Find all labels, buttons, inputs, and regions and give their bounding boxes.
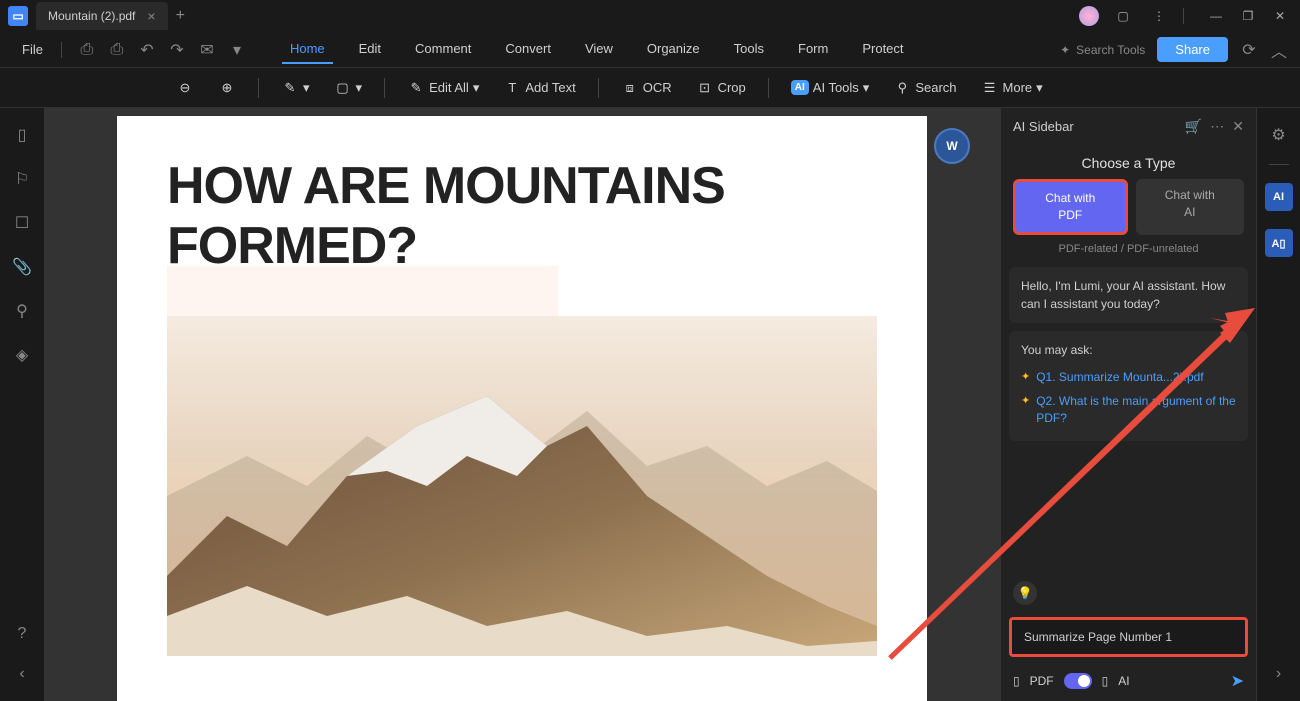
tab-close-icon[interactable]: × (147, 8, 155, 24)
close-window-button[interactable]: ✕ (1268, 4, 1292, 28)
menu-form[interactable]: Form (790, 35, 836, 64)
menu-edit[interactable]: Edit (351, 35, 389, 64)
more-vertical-icon[interactable]: ⋮ (1147, 4, 1171, 28)
close-sidebar-icon[interactable]: ✕ (1232, 118, 1244, 135)
attachment-icon[interactable]: 📎 (11, 256, 33, 278)
ai-tools-button[interactable]: AIAI Tools ▾ (785, 76, 876, 100)
search-button[interactable]: ⚲Search (887, 75, 962, 101)
redo-icon[interactable]: ↷ (168, 41, 186, 59)
you-may-ask-label: You may ask: (1021, 341, 1236, 359)
ai-rail-icon[interactable]: AI (1265, 183, 1293, 211)
user-avatar[interactable] (1079, 6, 1099, 26)
sparkle-icon: ✦ (1060, 43, 1070, 57)
ai-sidebar: AI Sidebar 🛒 ⋯ ✕ Choose a Type Chat with… (1000, 108, 1256, 701)
ai-greeting-message: Hello, I'm Lumi, your AI assistant. How … (1009, 267, 1248, 323)
menu-protect[interactable]: Protect (854, 35, 911, 64)
app-icon: ▭ (8, 6, 28, 26)
more-button[interactable]: ☰More ▾ (975, 75, 1049, 101)
toolbar: ⊖ ⊕ ✎▾ ▢▾ ✎Edit All ▾ TAdd Text ⧈OCR ⊡Cr… (0, 68, 1300, 108)
chat-with-ai-tab[interactable]: Chat with AI (1136, 179, 1245, 235)
crop-tool[interactable]: ⊡Crop (690, 75, 752, 101)
document-tab[interactable]: Mountain (2).pdf × (36, 2, 168, 30)
add-text-tool[interactable]: TAdd Text (497, 75, 581, 101)
search-rail-icon[interactable]: ⚲ (11, 300, 33, 322)
layers-icon[interactable]: ◈ (11, 344, 33, 366)
mode-toggle[interactable] (1064, 673, 1092, 689)
ai-chat-input[interactable]: Summarize Page Number 1 (1009, 617, 1248, 657)
undo-icon[interactable]: ↶ (138, 41, 156, 59)
share-button[interactable]: Share (1157, 37, 1228, 62)
mountain-image (167, 316, 877, 656)
translate-icon[interactable]: A▯ (1265, 229, 1293, 257)
pdf-page: HOW ARE MOUNTAINS FORMED? (117, 116, 927, 701)
titlebar: ▭ Mountain (2).pdf × + ▢ ⋮ — ❐ ✕ (0, 0, 1300, 32)
ocr-tool[interactable]: ⧈OCR (615, 75, 678, 101)
expand-right-icon[interactable]: › (1268, 663, 1290, 685)
chat-icon[interactable]: ▢ (1111, 4, 1135, 28)
tab-subtitle: PDF-related / PDF-unrelated (1001, 235, 1256, 263)
save-icon[interactable]: ⎙ (78, 41, 96, 59)
sparkle-icon: ✦ (1021, 393, 1030, 427)
document-viewport[interactable]: HOW ARE MOUNTAINS FORMED? (44, 108, 1000, 701)
left-sidebar: ▯ ⚐ ☐ 📎 ⚲ ◈ ? ‹ (0, 108, 44, 701)
file-menu[interactable]: File (12, 38, 53, 61)
idea-icon[interactable]: 💡 (1013, 581, 1037, 605)
suggested-questions: You may ask: ✦ Q1. Summarize Mounta...2)… (1009, 331, 1248, 441)
menu-home[interactable]: Home (282, 35, 333, 64)
collapse-icon[interactable]: ︿ (1270, 41, 1288, 59)
shape-tool[interactable]: ▢▾ (328, 75, 369, 101)
menu-convert[interactable]: Convert (497, 35, 559, 64)
pdf-mode-icon: ▯ (1013, 674, 1020, 688)
search-tools[interactable]: ✦ Search Tools (1060, 43, 1145, 57)
suggested-question-1[interactable]: ✦ Q1. Summarize Mounta...2).pdf (1021, 365, 1236, 390)
print-icon[interactable]: ⎙ (108, 41, 126, 59)
email-icon[interactable]: ✉ (198, 41, 216, 59)
dropdown-icon[interactable]: ▾ (228, 41, 246, 59)
choose-type-label: Choose a Type (1001, 145, 1256, 179)
more-horizontal-icon[interactable]: ⋯ (1210, 118, 1224, 135)
export-word-icon[interactable]: W (934, 128, 970, 164)
settings-icon[interactable]: ⚙ (1268, 124, 1290, 146)
help-icon[interactable]: ? (11, 623, 33, 645)
comment-rail-icon[interactable]: ☐ (11, 212, 33, 234)
tab-title: Mountain (2).pdf (48, 9, 135, 23)
right-sidebar: ⚙ AI A▯ › (1256, 108, 1300, 701)
maximize-button[interactable]: ❐ (1236, 4, 1260, 28)
cart-icon[interactable]: 🛒 (1185, 118, 1202, 135)
suggested-question-2[interactable]: ✦ Q2. What is the main argument of the P… (1021, 389, 1236, 431)
pdf-mode-label: PDF (1030, 674, 1054, 688)
sparkle-icon: ✦ (1021, 369, 1030, 386)
menu-tools[interactable]: Tools (726, 35, 772, 64)
zoom-out-button[interactable]: ⊖ (170, 75, 200, 101)
edit-all-tool[interactable]: ✎Edit All ▾ (401, 75, 485, 101)
menubar: File ⎙ ⎙ ↶ ↷ ✉ ▾ Home Edit Comment Conve… (0, 32, 1300, 68)
document-heading: HOW ARE MOUNTAINS FORMED? (167, 156, 877, 276)
new-tab-button[interactable]: + (176, 7, 185, 25)
menu-view[interactable]: View (577, 35, 621, 64)
sync-icon[interactable]: ⟳ (1240, 41, 1258, 59)
ai-sidebar-title: AI Sidebar (1013, 119, 1177, 134)
chat-with-pdf-tab[interactable]: Chat with PDF (1013, 179, 1128, 235)
zoom-in-button[interactable]: ⊕ (212, 75, 242, 101)
menu-comment[interactable]: Comment (407, 35, 479, 64)
highlight-tool[interactable]: ✎▾ (275, 75, 316, 101)
send-icon[interactable]: ➤ (1231, 671, 1244, 691)
minimize-button[interactable]: — (1204, 4, 1228, 28)
collapse-left-icon[interactable]: ‹ (11, 663, 33, 685)
ai-mode-icon: ▯ (1102, 674, 1109, 688)
ai-mode-label: AI (1118, 674, 1129, 688)
bookmark-icon[interactable]: ⚐ (11, 168, 33, 190)
thumbnail-icon[interactable]: ▯ (11, 124, 33, 146)
menu-organize[interactable]: Organize (639, 35, 708, 64)
